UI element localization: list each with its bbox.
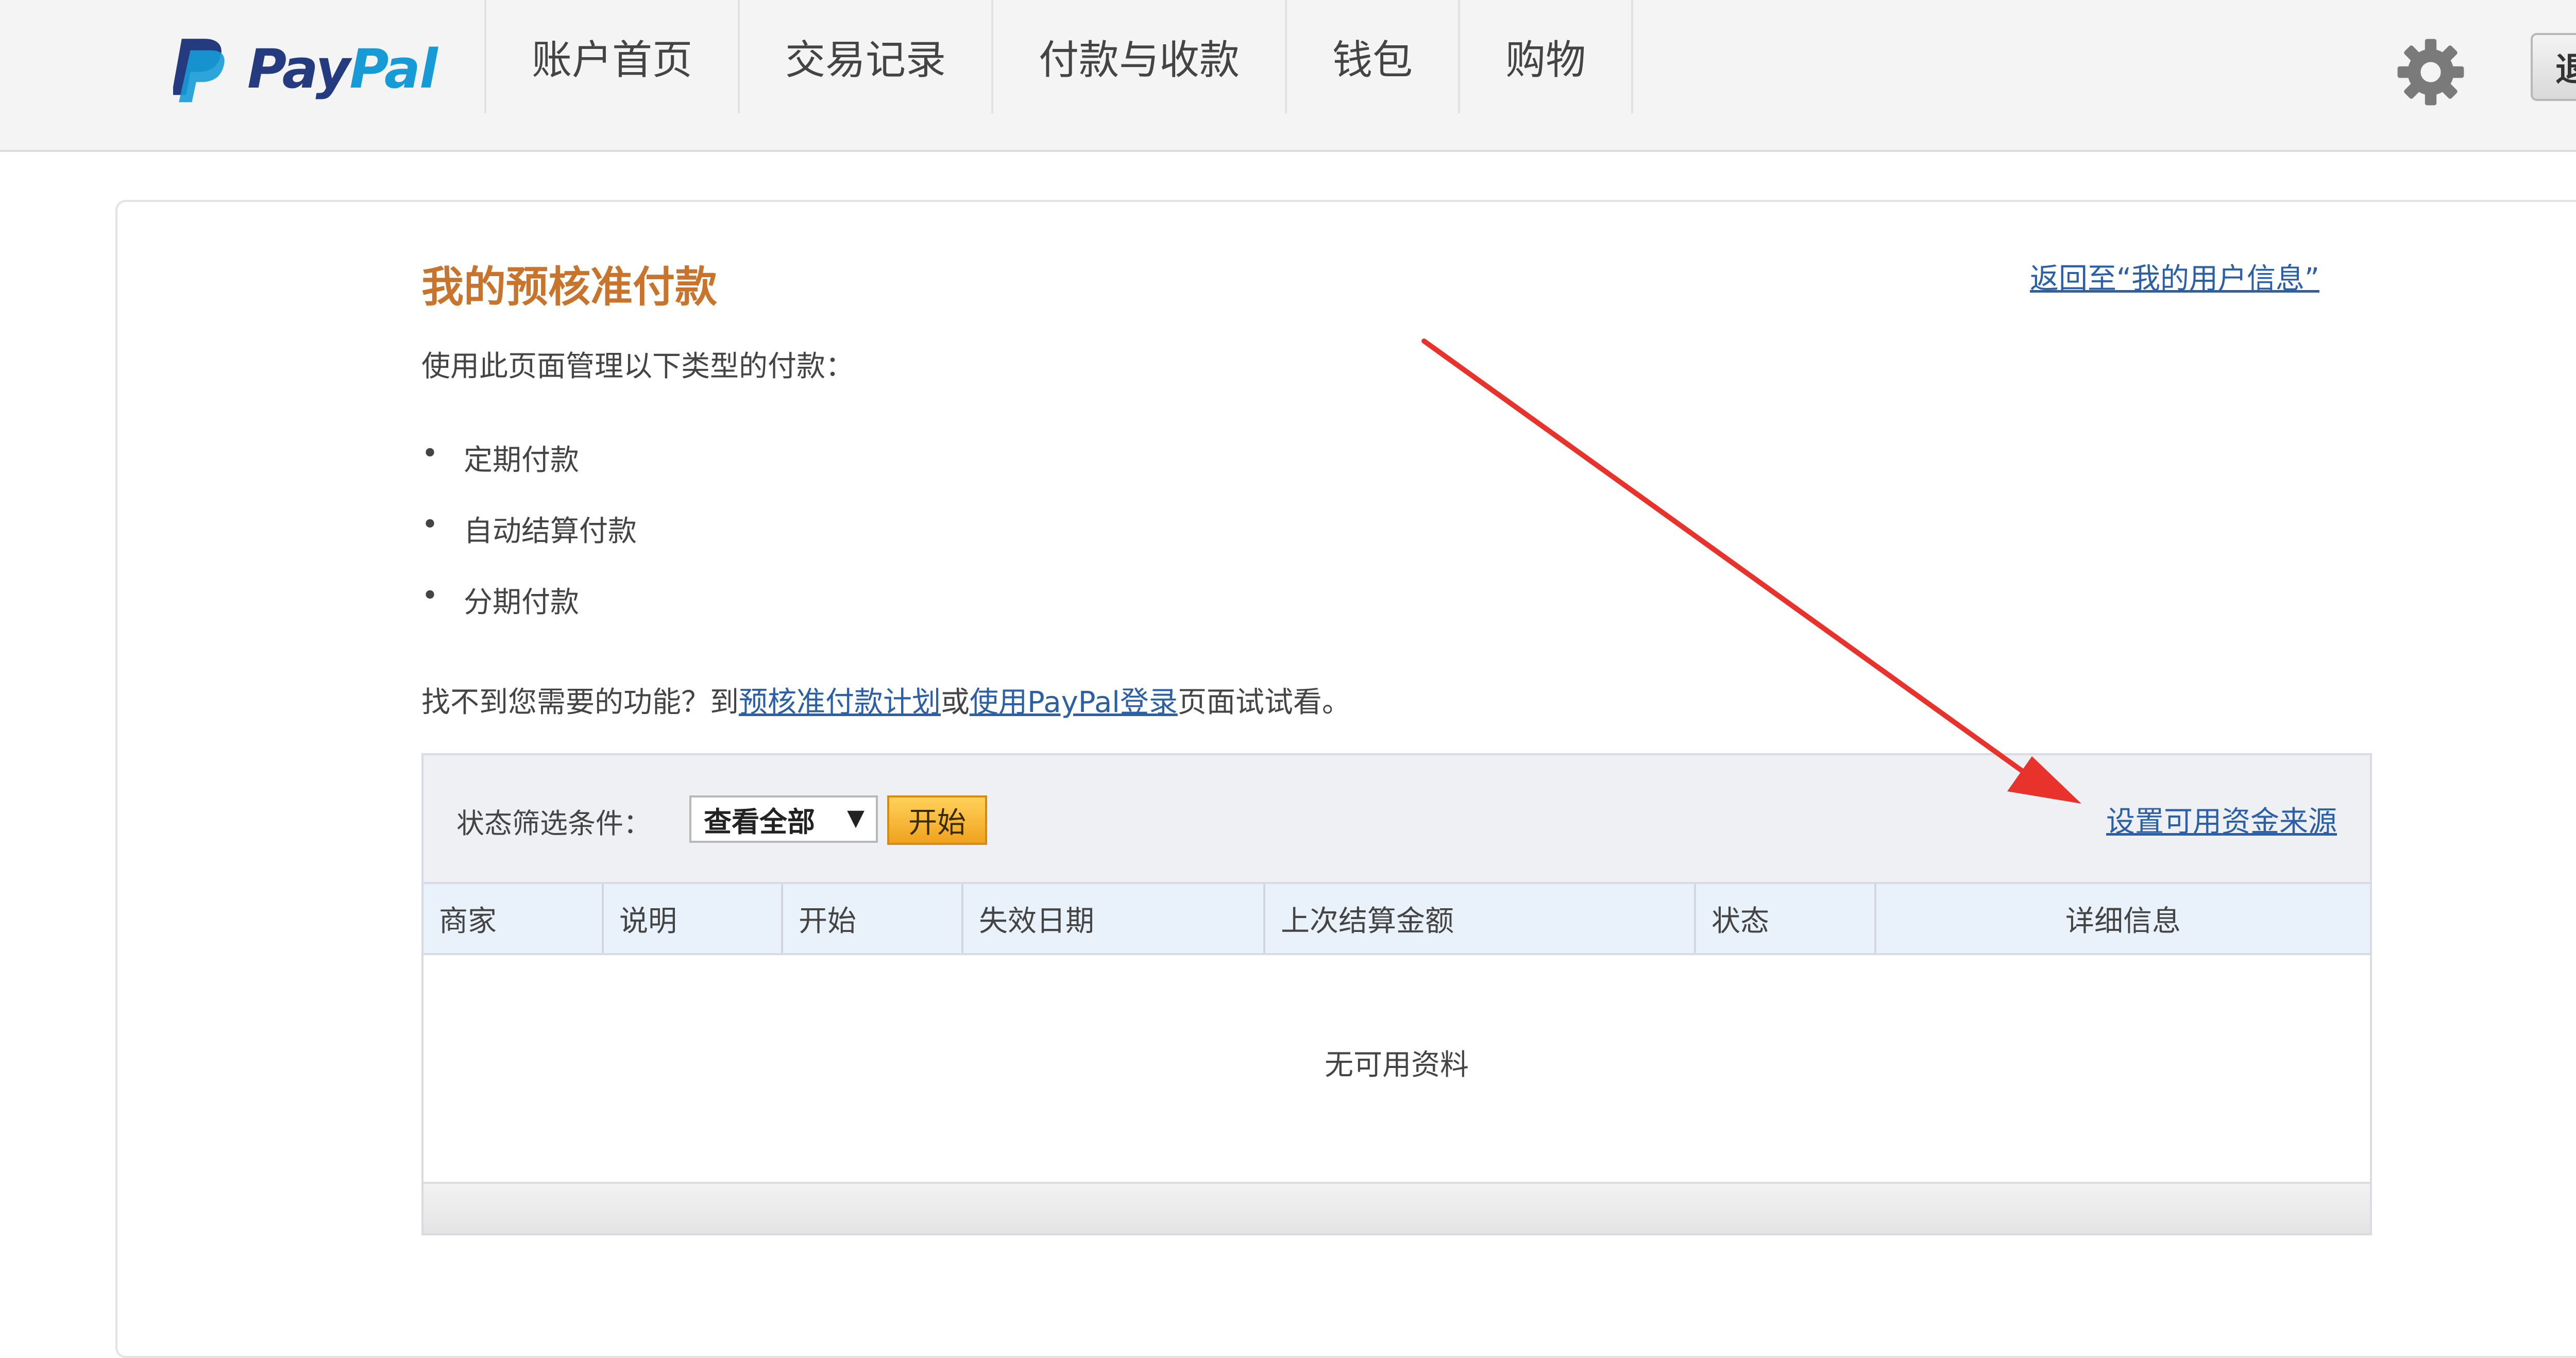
column-header-details: 详细信息 — [2065, 904, 2181, 938]
preapproved-plan-link[interactable]: 预核准付款计划 — [739, 686, 941, 719]
start-button[interactable]: 开始 — [887, 795, 987, 845]
back-to-profile-link[interactable]: 返回至“我的用户信息” — [2030, 256, 2319, 297]
paypal-logo-icon — [173, 39, 225, 103]
table-footer — [423, 1182, 2370, 1233]
notice-middle: 或 — [941, 686, 970, 719]
nav-shopping[interactable]: 购物 — [1458, 0, 1634, 113]
column-header-last-amount: 上次结算金额 — [1265, 884, 1696, 953]
column-header-merchant: 商家 — [423, 884, 604, 953]
payment-type-list: • 定期付款 • 自动结算付款 • 分期付款 — [421, 437, 637, 650]
status-filter-value: 查看全部 — [704, 805, 815, 838]
list-item: • 分期付款 — [421, 579, 637, 650]
list-item-label: 定期付款 — [464, 444, 579, 477]
column-header-status: 状态 — [1696, 884, 1876, 953]
brand-pal: Pal — [349, 38, 437, 100]
login-with-paypal-link[interactable]: 使用PayPal登录 — [970, 686, 1178, 719]
nav-transactions[interactable]: 交易记录 — [738, 0, 991, 113]
status-filter-select[interactable]: 查看全部 ▼ — [689, 795, 878, 843]
nav-wallet[interactable]: 钱包 — [1285, 0, 1458, 113]
funding-source-link[interactable]: 设置可用资金来源 — [2106, 799, 2337, 840]
brand-pay: Pay — [247, 38, 350, 100]
nav-send-receive[interactable]: 付款与收款 — [991, 0, 1285, 113]
notice-suffix: 页面试试看。 — [1177, 686, 1351, 719]
filter-bar: 状态筛选条件： 查看全部 ▼ 开始 设置可用资金来源 — [423, 755, 2370, 882]
column-header-expiry: 失效日期 — [963, 884, 1265, 953]
nav-account-home[interactable]: 账户首页 — [484, 0, 738, 113]
paypal-logo[interactable]: PayPal — [173, 33, 438, 105]
list-item: • 定期付款 — [421, 437, 637, 508]
top-header: PayPal 账户首页 交易记录 付款与收款 钱包 购物 退出 — [0, 0, 2576, 152]
paypal-wordmark: PayPal — [247, 38, 438, 100]
logout-button[interactable]: 退出 — [2531, 33, 2576, 101]
list-item: • 自动结算付款 — [421, 508, 637, 579]
dropdown-arrow-icon: ▼ — [847, 805, 865, 831]
page-title: 我的预核准付款 — [421, 263, 718, 312]
table-header: 商家 说明 开始 失效日期 上次结算金额 状态 详细信息 — [423, 882, 2370, 955]
main-nav: 账户首页 交易记录 付款与收款 钱包 购物 — [484, 0, 1634, 113]
payments-panel: 状态筛选条件： 查看全部 ▼ 开始 设置可用资金来源 商家 说明 开始 失效日期… — [421, 753, 2372, 1235]
help-notice: 找不到您需要的功能？到预核准付款计划或使用PayPal登录页面试试看。 — [421, 679, 1351, 721]
gear-icon[interactable] — [2395, 36, 2467, 108]
list-item-label: 自动结算付款 — [464, 515, 637, 548]
column-header-start: 开始 — [783, 884, 963, 953]
intro-text: 使用此页面管理以下类型的付款： — [421, 350, 854, 383]
empty-table-message: 无可用资料 — [1325, 1048, 1469, 1082]
status-filter-label: 状态筛选条件： — [456, 807, 651, 840]
list-item-label: 分期付款 — [464, 586, 579, 619]
notice-prefix: 找不到您需要的功能？到 — [421, 686, 739, 719]
column-header-description: 说明 — [604, 884, 783, 953]
